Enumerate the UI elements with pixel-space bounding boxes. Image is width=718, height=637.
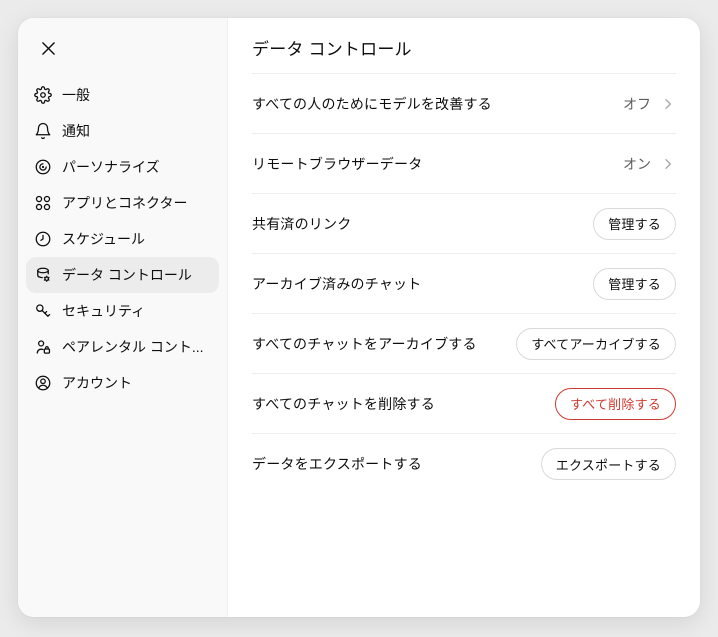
page-title: データ コントロール [252, 18, 676, 74]
row-value: オン [623, 154, 676, 174]
sidebar-nav: 一般 通知 パーソナライズ アプリとコネクター スケジュール データ コントロー… [26, 77, 219, 401]
sidebar-item-label: パーソナライズ [62, 159, 160, 175]
clock-icon [35, 231, 51, 247]
chevron-right-icon [665, 158, 671, 169]
settings-row-archive-all-chats: すべてのチャットをアーカイブする すべてアーカイブする [252, 314, 676, 374]
chevron-right-icon [665, 98, 671, 109]
sidebar-item-label: スケジュール [62, 231, 146, 247]
sidebar-item-label: 通知 [62, 123, 90, 139]
row-label: すべてのチャットを削除する [252, 395, 435, 412]
shared-links-button[interactable]: 管理する [593, 207, 676, 240]
parental-controls-icon [36, 340, 51, 354]
settings-rows: すべての人のためにモデルを改善する オフ リモートブラウザーデータ オン 共有済… [252, 74, 676, 494]
sidebar-item-label: データ コントロール [62, 267, 192, 283]
export-data-button[interactable]: エクスポートする [540, 448, 676, 480]
sidebar-item-general[interactable]: 一般 [26, 77, 219, 113]
row-value-text: オフ [623, 95, 651, 112]
row-label: データをエクスポートする [252, 456, 422, 472]
sidebar-item-label: セキュリティ [62, 303, 146, 319]
settings-row-export-data: データをエクスポートする エクスポートする [252, 434, 676, 494]
sidebar-item-label: 一般 [62, 87, 90, 103]
row-label: アーカイブ済みのチャット [252, 275, 422, 292]
database-gear-icon [37, 267, 50, 282]
sidebar-item-account[interactable]: アカウント [26, 365, 219, 401]
sidebar-item-schedule[interactable]: スケジュール [26, 221, 219, 257]
archive-all-chats-button[interactable]: すべてアーカイブする [516, 327, 676, 360]
sidebar-item-data-controls[interactable]: データ コントロール [26, 257, 219, 293]
row-label: すべてのチャットをアーカイブする [252, 335, 477, 352]
delete-all-chats-button[interactable]: すべて削除する [555, 387, 676, 420]
apps-connectors-icon [35, 195, 51, 211]
settings-row-remote-browser-data[interactable]: リモートブラウザーデータ オン [252, 134, 676, 194]
settings-row-delete-all-chats: すべてのチャットを削除する すべて削除する [252, 374, 676, 434]
close-button[interactable] [32, 32, 64, 64]
gear-icon [34, 86, 52, 104]
sidebar-item-label: アカウント [62, 375, 132, 391]
bell-icon [35, 122, 51, 140]
settings-row-archived-chats: アーカイブ済みのチャット 管理する [252, 254, 676, 314]
sidebar-item-security[interactable]: セキュリティ [26, 293, 219, 329]
account-icon [35, 375, 51, 391]
close-icon [41, 41, 55, 55]
settings-main-panel: データ コントロール すべての人のためにモデルを改善する オフ リモートブラウザ… [228, 18, 700, 617]
page-background: 一般 通知 パーソナライズ アプリとコネクター スケジュール データ コントロー… [0, 0, 718, 637]
row-value-text: オン [623, 155, 651, 172]
settings-row-improve-model[interactable]: すべての人のためにモデルを改善する オフ [252, 74, 676, 134]
sidebar-item-label: アプリとコネクター [62, 195, 188, 211]
settings-sidebar: 一般 通知 パーソナライズ アプリとコネクター スケジュール データ コントロー… [18, 18, 228, 617]
row-label: 共有済のリンク [252, 215, 352, 232]
sidebar-item-label: ペアレンタル コント... [62, 339, 204, 355]
row-label: すべての人のためにモデルを改善する [252, 95, 492, 112]
settings-dialog: 一般 通知 パーソナライズ アプリとコネクター スケジュール データ コントロー… [18, 18, 700, 617]
personalize-icon [35, 159, 51, 175]
row-label: リモートブラウザーデータ [252, 155, 423, 172]
archived-chats-button[interactable]: 管理する [593, 267, 676, 300]
key-icon [36, 304, 51, 317]
sidebar-item-apps-connectors[interactable]: アプリとコネクター [26, 185, 219, 221]
row-value: オフ [623, 94, 676, 114]
settings-row-shared-links: 共有済のリンク 管理する [252, 194, 676, 254]
sidebar-item-parental-controls[interactable]: ペアレンタル コント... [26, 329, 219, 365]
sidebar-item-notifications[interactable]: 通知 [26, 113, 219, 149]
sidebar-item-personalization[interactable]: パーソナライズ [26, 149, 219, 185]
